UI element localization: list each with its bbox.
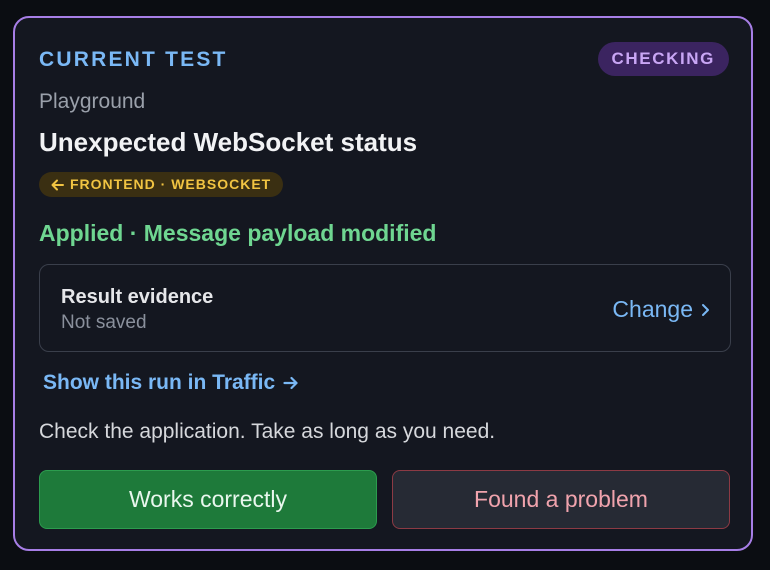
evidence-title: Result evidence: [61, 286, 214, 308]
instruction-text: Check the application. Take as long as y…: [39, 420, 496, 443]
change-evidence-link[interactable]: Change: [612, 296, 710, 323]
evidence-status: Not saved: [61, 312, 147, 333]
traffic-link-label: Show this run in Traffic: [43, 371, 276, 394]
works-correctly-button[interactable]: Works correctly: [39, 470, 377, 529]
result-evidence-panel: Result evidence Not saved Change: [39, 264, 731, 352]
status-badge: CHECKING: [597, 42, 729, 76]
direction-badge: FRONTEND · WEBSOCKET: [39, 172, 284, 197]
test-category: Playground: [39, 90, 146, 113]
section-label: CURRENT TEST: [39, 48, 228, 71]
found-problem-button[interactable]: Found a problem: [392, 470, 730, 529]
arrow-left-icon: [51, 179, 64, 191]
test-title: Unexpected WebSocket status: [39, 127, 418, 157]
show-in-traffic-link[interactable]: Show this run in Traffic: [43, 371, 299, 395]
applied-status-text: Applied · Message payload modified: [39, 220, 437, 246]
chevron-right-icon: [701, 303, 710, 317]
direction-badge-label: FRONTEND · WEBSOCKET: [70, 176, 272, 192]
change-link-label: Change: [612, 296, 693, 322]
current-test-card: CURRENT TEST CHECKING Playground Unexpec…: [13, 16, 753, 551]
arrow-right-icon: [283, 376, 299, 390]
